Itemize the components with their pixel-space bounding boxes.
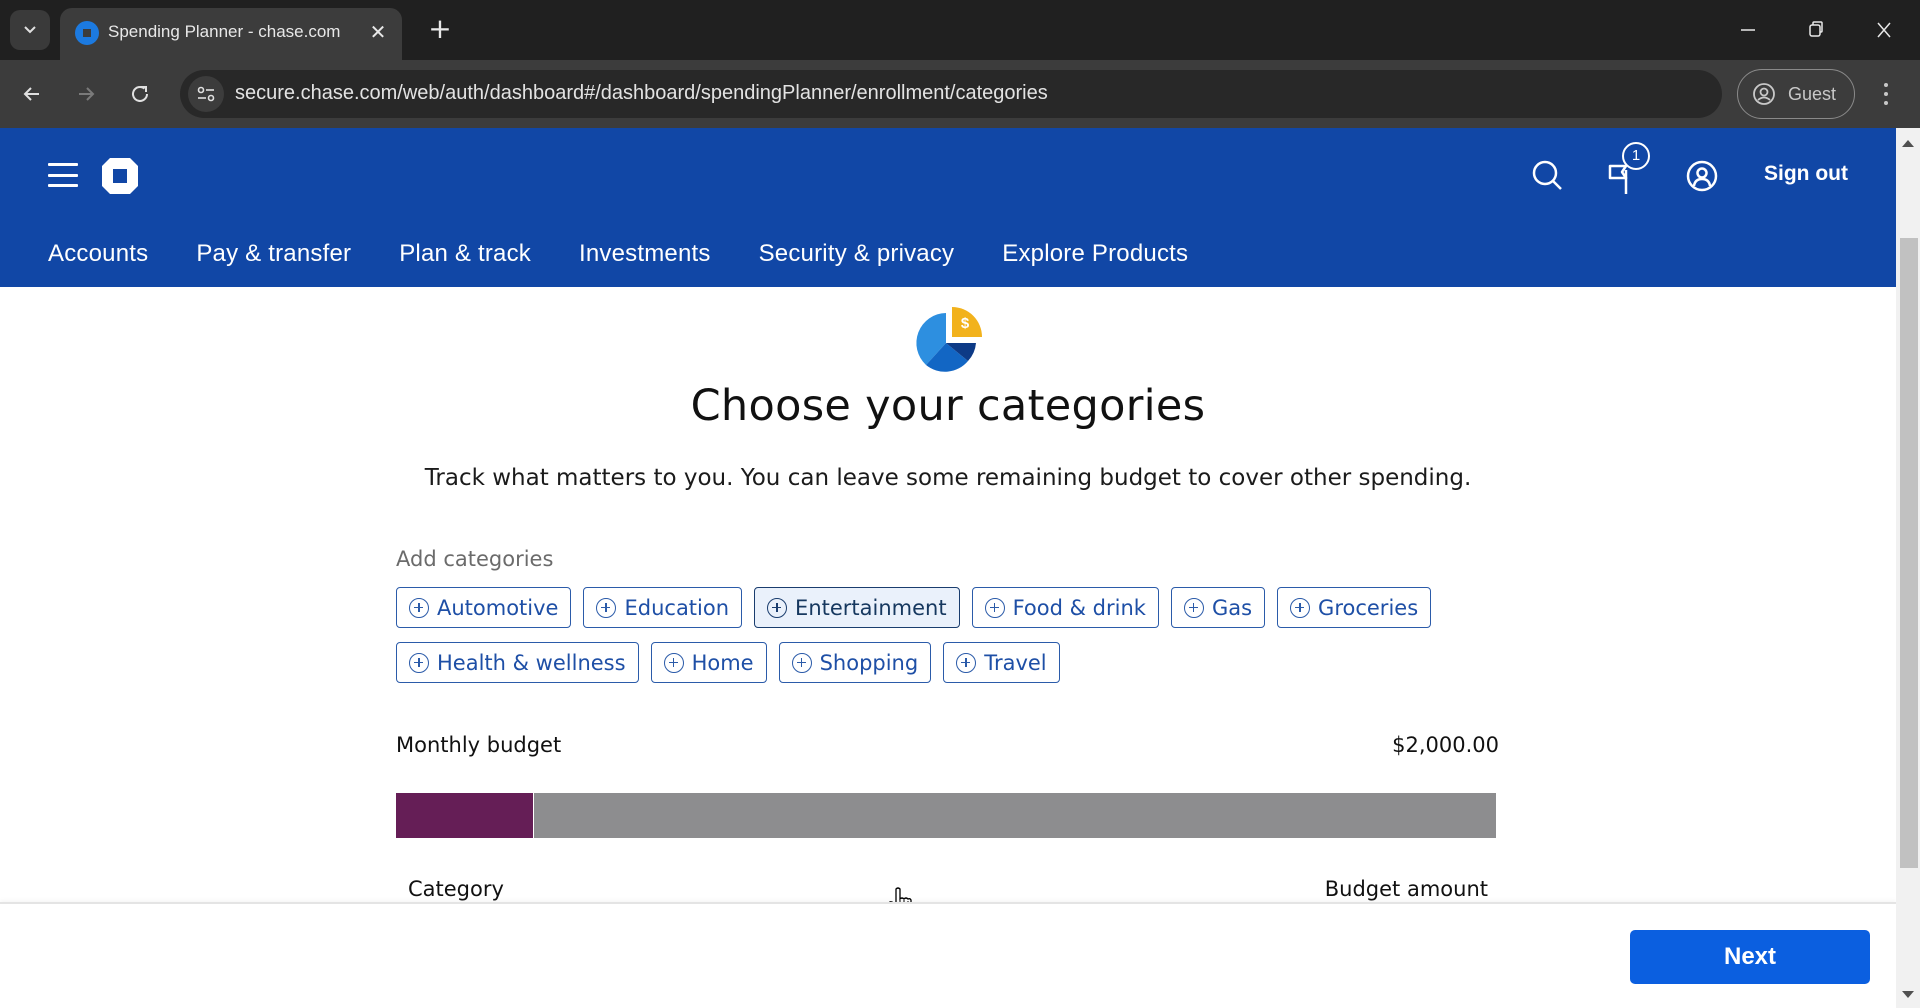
add-categories-label: Add categories	[396, 547, 554, 571]
plus-circle-icon	[409, 597, 429, 618]
minimize-button[interactable]	[1728, 14, 1768, 46]
chip-label: Education	[624, 595, 730, 620]
category-chip-entertainment[interactable]: Entertainment	[754, 587, 960, 628]
column-header-budget-amount: Budget amount	[1324, 877, 1488, 901]
next-button[interactable]: Next	[1630, 930, 1870, 984]
plus-circle-icon	[984, 597, 1005, 618]
sticky-footer: Next	[0, 902, 1896, 1008]
profile-button[interactable]: Guest	[1737, 69, 1855, 119]
scrollbar-thumb[interactable]	[1900, 238, 1918, 868]
budget-progress-bar	[396, 793, 1496, 838]
arrow-right-icon	[79, 87, 95, 101]
nav-explore-products[interactable]: Explore Products	[1002, 240, 1188, 268]
category-chip-home[interactable]: Home	[650, 642, 767, 683]
category-chip-gas[interactable]: Gas	[1170, 587, 1266, 628]
tab-search-button[interactable]	[10, 10, 50, 50]
arrow-left-icon	[23, 87, 39, 101]
scroll-up-arrow-icon[interactable]	[1902, 140, 1914, 147]
plus-circle-icon	[791, 652, 812, 673]
nav-investments[interactable]: Investments	[579, 240, 711, 268]
reload-button[interactable]	[122, 76, 158, 112]
chip-label: Groceries	[1318, 595, 1419, 620]
reload-icon	[132, 85, 148, 102]
budget-allocated-fill	[396, 793, 534, 838]
page-scrollbar[interactable]	[1896, 128, 1920, 1008]
monthly-budget-row: Monthly budget $2,000.00	[396, 733, 1499, 757]
chip-label: Health & wellness	[437, 650, 626, 675]
address-bar[interactable]: secure.chase.com/web/auth/dashboard#/das…	[180, 70, 1722, 118]
monthly-budget-label: Monthly budget	[396, 733, 562, 757]
category-chip-automotive[interactable]: Automotive	[396, 587, 572, 628]
page-subtitle: Track what matters to you. You can leave…	[424, 465, 1472, 491]
back-button[interactable]	[14, 76, 50, 112]
category-chip-food-drink[interactable]: Food & drink	[971, 587, 1159, 628]
notification-badge: 1	[1622, 142, 1650, 170]
plus-circle-icon	[1290, 597, 1311, 618]
category-chip-travel[interactable]: Travel	[943, 642, 1060, 683]
nav-pay-transfer[interactable]: Pay & transfer	[196, 240, 351, 268]
tune-icon	[197, 86, 215, 102]
browser-tab-active[interactable]: Spending Planner - chase.com ✕	[60, 8, 402, 60]
category-chip-groceries[interactable]: Groceries	[1277, 587, 1432, 628]
plus-circle-icon	[1183, 597, 1204, 618]
browser-toolbar: secure.chase.com/web/auth/dashboard#/das…	[0, 60, 1920, 128]
restore-button[interactable]	[1796, 14, 1836, 46]
chip-label: Shopping	[819, 650, 919, 675]
close-window-button[interactable]	[1864, 14, 1904, 46]
plus-circle-icon	[596, 597, 617, 618]
nav-plan-track[interactable]: Plan & track	[399, 240, 531, 268]
plus-circle-icon	[956, 652, 977, 673]
category-chip-education[interactable]: Education	[583, 587, 743, 628]
chip-label: Entertainment	[795, 595, 947, 620]
tab-title: Spending Planner - chase.com	[108, 22, 341, 41]
minimize-icon	[1741, 29, 1755, 31]
nav-security-privacy[interactable]: Security & privacy	[759, 240, 955, 268]
account-profile-icon[interactable]	[1682, 156, 1722, 196]
nav-accounts[interactable]: Accounts	[48, 240, 148, 268]
tab-close-icon[interactable]: ✕	[366, 20, 390, 44]
profile-label: Guest	[1788, 83, 1837, 104]
close-icon	[1877, 22, 1891, 38]
svg-text:$: $	[961, 315, 970, 332]
hamburger-menu-icon[interactable]	[48, 163, 78, 187]
chase-logo-icon[interactable]	[100, 156, 140, 196]
site-header: 1 Sign out Accounts Pay & transfer Plan …	[0, 128, 1896, 287]
scroll-down-arrow-icon[interactable]	[1902, 991, 1914, 998]
plus-circle-icon	[767, 597, 788, 618]
category-chip-shopping[interactable]: Shopping	[778, 642, 932, 683]
browser-tab-strip: Spending Planner - chase.com ✕ +	[0, 0, 1920, 60]
monthly-budget-value: $2,000.00	[1392, 733, 1499, 757]
new-tab-button[interactable]: +	[424, 14, 456, 46]
search-icon[interactable]	[1528, 156, 1568, 196]
plus-circle-icon	[409, 652, 429, 673]
browser-menu-button[interactable]	[1874, 76, 1898, 112]
plus-circle-icon	[663, 652, 684, 673]
chip-label: Gas	[1211, 595, 1253, 620]
profile-icon	[1753, 83, 1775, 105]
chevron-down-icon	[24, 26, 36, 34]
main-nav: Accounts Pay & transfer Plan & track Inv…	[48, 240, 1188, 268]
pie-chart-dollar-icon: $	[916, 307, 982, 372]
chip-label: Home	[691, 650, 754, 675]
sign-out-link[interactable]: Sign out	[1764, 162, 1848, 186]
restore-icon	[1809, 21, 1823, 37]
category-table-header: Category Budget amount	[408, 877, 1488, 901]
main-content: $ Choose your categories Track what matt…	[0, 287, 1896, 1008]
chip-label: Travel	[984, 650, 1047, 675]
category-chip-health-wellness[interactable]: Health & wellness	[396, 642, 639, 683]
url-text: secure.chase.com/web/auth/dashboard#/das…	[235, 82, 1048, 104]
site-info-button[interactable]	[188, 76, 224, 112]
chip-label: Food & drink	[1012, 595, 1146, 620]
column-header-category: Category	[408, 877, 504, 901]
category-chip-list: Automotive Education Entertainment Food …	[396, 587, 1506, 683]
forward-button[interactable]	[68, 76, 104, 112]
page-title: Choose your categories	[690, 381, 1206, 431]
chase-favicon-icon	[75, 21, 99, 45]
chip-label: Automotive	[437, 595, 559, 620]
page: 1 Sign out Accounts Pay & transfer Plan …	[0, 128, 1896, 1008]
